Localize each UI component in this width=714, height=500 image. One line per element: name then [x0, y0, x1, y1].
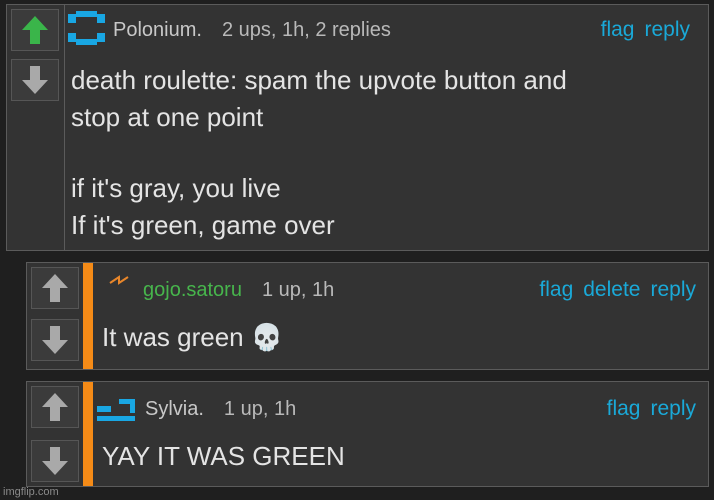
avatar[interactable]: [67, 10, 107, 50]
avatar[interactable]: [107, 273, 137, 308]
comment-actions: flag delete reply: [529, 273, 696, 307]
reply-link[interactable]: reply: [650, 278, 696, 302]
upvote-button[interactable]: [11, 9, 59, 51]
arrow-up-icon: [42, 274, 68, 302]
username[interactable]: Sylvia.: [145, 398, 204, 421]
vote-column: [27, 263, 79, 369]
arrow-down-icon: [22, 66, 48, 94]
comment-line-blank: [71, 136, 567, 170]
vote-column: [7, 5, 59, 250]
comment-body: death roulette: spam the upvote button a…: [71, 62, 567, 244]
delete-link[interactable]: delete: [583, 278, 640, 302]
reply-link[interactable]: reply: [650, 397, 696, 421]
user-avatar-icon: [68, 10, 105, 45]
comment-line: If it's green, game over: [71, 210, 335, 240]
upvote-button[interactable]: [31, 386, 79, 428]
comment-line: YAY IT WAS GREEN: [102, 441, 345, 471]
comment-gojo-satoru: gojo.satoru 1 up, 1h flag delete reply I…: [26, 262, 709, 370]
comment-header: Polonium. 2 ups, 1h, 2 replies: [67, 10, 391, 50]
comment-body: It was green 💀: [102, 319, 283, 356]
comment-polonium: Polonium. 2 ups, 1h, 2 replies flag repl…: [6, 4, 709, 251]
watermark: imgflip.com: [3, 486, 59, 498]
flag-link[interactable]: flag: [539, 278, 573, 302]
comment-actions: flag reply: [597, 392, 696, 426]
comment-header: gojo.satoru 1 up, 1h: [107, 273, 334, 307]
arrow-down-icon: [42, 447, 68, 475]
reply-link[interactable]: reply: [644, 18, 690, 42]
comment-actions: flag reply: [591, 13, 690, 47]
comment-meta: 1 up, 1h: [261, 278, 335, 301]
flag-link[interactable]: flag: [607, 397, 641, 421]
comment-line: It was green 💀: [102, 322, 284, 352]
username[interactable]: gojo.satoru: [143, 279, 242, 302]
comment-line: if it's gray, you live: [71, 173, 281, 203]
avatar[interactable]: [97, 392, 139, 427]
downvote-button[interactable]: [11, 59, 59, 101]
arrow-down-icon: [42, 326, 68, 354]
reply-accent-bar: [83, 263, 93, 369]
comment-sylvia: Sylvia. 1 up, 1h flag reply YAY IT WAS G…: [26, 381, 709, 487]
comment-divider: [64, 5, 65, 250]
lightning-icon: [109, 274, 129, 285]
downvote-button[interactable]: [31, 319, 79, 361]
comment-meta: 1 up, 1h: [223, 397, 297, 420]
reply-accent-bar: [83, 382, 93, 486]
downvote-button[interactable]: [31, 440, 79, 482]
comment-meta: 2 ups, 1h, 2 replies: [221, 18, 391, 41]
arrow-up-icon: [42, 393, 68, 421]
vote-column: [27, 382, 79, 486]
arrow-up-icon: [22, 16, 48, 44]
user-avatar-icon: [97, 398, 135, 421]
upvote-button[interactable]: [31, 267, 79, 309]
comment-header: Sylvia. 1 up, 1h: [97, 392, 296, 426]
comment-line: death roulette: spam the upvote button a…: [71, 65, 567, 95]
username[interactable]: Polonium.: [113, 19, 202, 42]
comment-body: YAY IT WAS GREEN: [102, 438, 345, 475]
flag-link[interactable]: flag: [601, 18, 635, 42]
comment-line: stop at one point: [71, 102, 264, 132]
